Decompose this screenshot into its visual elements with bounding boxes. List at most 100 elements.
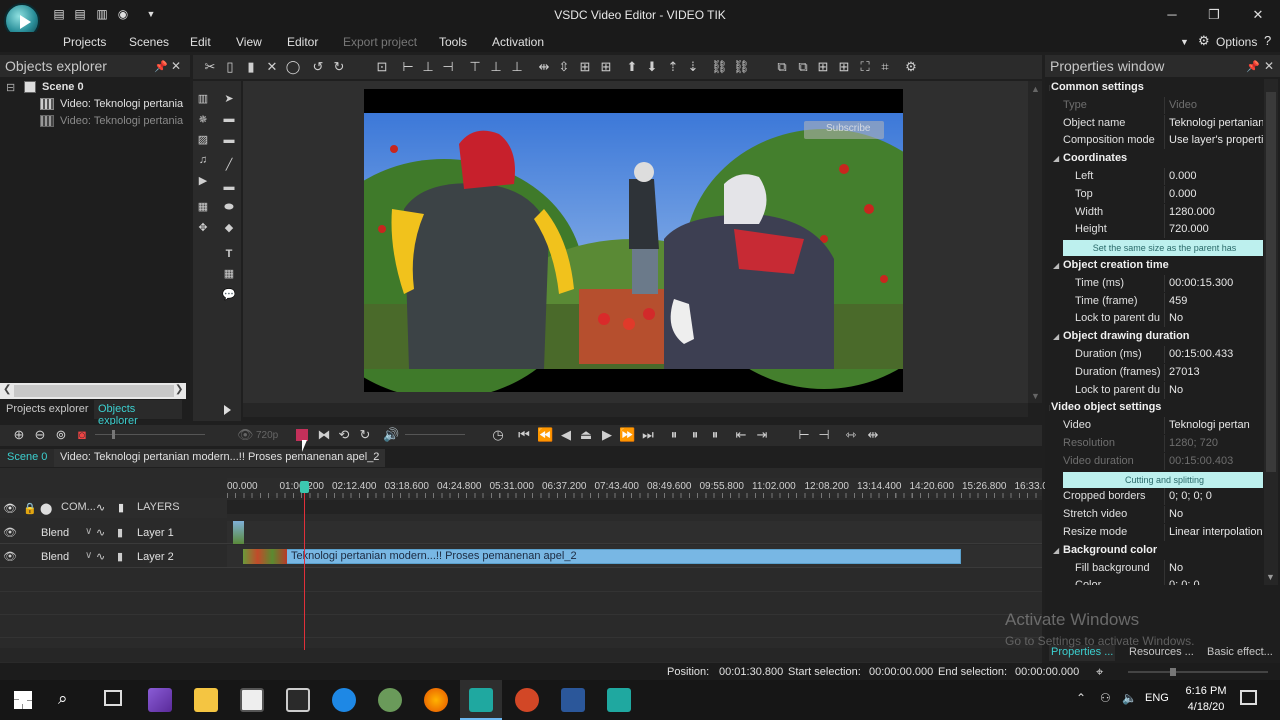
zoom-out-icon[interactable]: ⊖ <box>32 427 48 443</box>
property-value[interactable]: 1280.000 <box>1169 204 1215 222</box>
go-start-icon[interactable]: ⏮ <box>516 427 532 443</box>
property-row[interactable]: Time (frame) 459 <box>1049 292 1263 311</box>
layer-icon[interactable]: ▮ <box>117 550 123 563</box>
fast-forward-icon[interactable]: ⏩ <box>619 427 635 443</box>
tab-objects-explorer[interactable]: Objects explorer <box>94 400 182 427</box>
select-all-icon[interactable]: ◯ <box>285 59 301 75</box>
marker-out-icon[interactable]: ⏸ <box>707 427 723 443</box>
grid-snap-icon[interactable]: ⊞ <box>836 59 852 75</box>
quality-select[interactable]: 720p <box>256 430 278 441</box>
property-row[interactable]: Video Teknologi pertan <box>1049 417 1263 435</box>
volume-icon[interactable]: 🔊 <box>383 427 399 443</box>
property-value[interactable]: 459 <box>1169 293 1187 311</box>
snap-icon[interactable]: ⊡ <box>374 59 390 75</box>
audio-wave-icon[interactable]: ∿ <box>96 501 105 514</box>
property-row[interactable]: Set the same size as the parent has <box>1049 239 1263 257</box>
tab-projects-explorer[interactable]: Projects explorer <box>6 403 89 415</box>
visibility-icon[interactable]: 👁 <box>3 550 17 563</box>
help-icon[interactable]: ? <box>1264 33 1271 48</box>
text-tool-icon[interactable]: T <box>222 247 236 261</box>
scroll-up-icon[interactable]: ▲ <box>1031 84 1040 94</box>
property-value[interactable]: 00:00:15.300 <box>1169 275 1233 293</box>
property-value[interactable]: No <box>1169 506 1183 524</box>
powerpoint-icon[interactable] <box>515 688 539 712</box>
language-indicator[interactable]: ENG <box>1145 692 1169 704</box>
property-section-title[interactable]: Object creation time <box>1063 257 1169 275</box>
property-section-title[interactable]: Common settings <box>1051 79 1144 97</box>
menu-activation[interactable]: Activation <box>492 35 544 49</box>
fit-view-icon[interactable]: ⌖ <box>1096 664 1103 680</box>
property-value[interactable]: No <box>1169 382 1183 400</box>
property-value[interactable]: 0.000 <box>1169 168 1197 186</box>
lock-icon[interactable]: 🔒 <box>23 502 37 515</box>
video-frame[interactable] <box>304 89 964 399</box>
property-row[interactable]: Object name Teknologi pertanian <box>1049 114 1263 133</box>
layer-name[interactable]: Layer 2 <box>137 551 174 563</box>
marker-icon[interactable]: ⏸ <box>666 427 682 443</box>
cut-icon[interactable]: ✂ <box>202 59 218 75</box>
property-value[interactable]: 720.000 <box>1169 221 1209 239</box>
play-icon[interactable]: ▶ <box>599 427 615 443</box>
pointer-tool-icon[interactable]: ➤ <box>222 92 236 106</box>
file-explorer-icon[interactable] <box>194 688 218 712</box>
jump-next-icon[interactable]: ⇥ <box>754 427 770 443</box>
ungroup-icon[interactable]: ⧉ <box>795 59 811 75</box>
video-tool-icon[interactable]: ▶ <box>196 174 210 188</box>
property-row[interactable]: Width 1280.000 <box>1049 203 1263 222</box>
property-row[interactable]: Color 0; 0; 0 <box>1049 577 1263 585</box>
properties-scroll-thumb[interactable] <box>1266 92 1276 472</box>
property-row[interactable]: Type Video <box>1049 96 1263 115</box>
line-tool-icon[interactable]: ╱ <box>222 158 236 172</box>
zoom-in-icon[interactable]: ⊕ <box>11 427 27 443</box>
property-value[interactable]: 00:15:00.433 <box>1169 346 1233 364</box>
menu-edit[interactable]: Edit <box>190 35 211 49</box>
layer-icon[interactable]: ▮ <box>117 526 123 539</box>
layer-name[interactable]: Layer 1 <box>137 527 174 539</box>
distribute-h-icon[interactable]: ⇹ <box>536 59 552 75</box>
grid-icon[interactable]: ⊞ <box>815 59 831 75</box>
move-up-icon[interactable]: ⬆ <box>624 59 640 75</box>
property-row[interactable]: Stretch video No <box>1049 506 1263 524</box>
property-row[interactable]: Resolution 1280; 720 <box>1049 435 1263 453</box>
word-icon[interactable] <box>561 688 585 712</box>
property-action-button[interactable]: Set the same size as the parent has <box>1063 240 1263 257</box>
blend-select[interactable]: Blend <box>41 527 69 539</box>
menu-view[interactable]: View <box>236 35 262 49</box>
marker-in-icon[interactable]: ⏸ <box>687 427 703 443</box>
zoom-bar-thumb[interactable] <box>1170 668 1176 676</box>
move-tool-icon[interactable]: ✥ <box>196 221 210 235</box>
menu-tools[interactable]: Tools <box>439 35 467 49</box>
network-icon[interactable]: ⚇ <box>1100 691 1111 705</box>
paste-icon[interactable]: ▮ <box>243 59 259 75</box>
repeat-icon[interactable]: ↻ <box>357 427 373 443</box>
stop-icon[interactable]: ⏏ <box>578 427 594 443</box>
audio-wave-icon[interactable]: ∿ <box>96 550 105 563</box>
audio-tool-icon[interactable]: ♫ <box>196 153 210 167</box>
redo-icon[interactable]: ↻ <box>331 59 347 75</box>
align-middle-icon[interactable]: ⊥ <box>488 59 504 75</box>
align-right-icon[interactable]: ⊣ <box>440 59 456 75</box>
move-down-icon[interactable]: ⬇ <box>644 59 660 75</box>
property-section-title[interactable]: Coordinates <box>1063 150 1127 168</box>
property-value[interactable]: 0; 0; 0; 0 <box>1169 488 1212 506</box>
align-left-icon[interactable]: ⊢ <box>400 59 416 75</box>
tree-expand-icon[interactable]: ⊟ <box>6 81 15 94</box>
tab-basic-effects[interactable]: Basic effect... <box>1207 646 1273 658</box>
preview-eye-icon[interactable]: 👁 <box>237 427 254 443</box>
trim-icon[interactable]: ⇿ <box>843 427 859 443</box>
timeline-h-scrollbar[interactable] <box>0 648 1042 662</box>
property-row[interactable]: Lock to parent du No <box>1049 310 1263 328</box>
breadcrumb-object[interactable]: Video: Teknologi pertanian modern...!! P… <box>54 449 386 467</box>
volume-tray-icon[interactable]: 🔈 <box>1122 691 1137 705</box>
scrollbar-thumb[interactable] <box>14 385 174 397</box>
pin-icon[interactable]: 📌 <box>1246 60 1260 73</box>
minimize-button[interactable]: ─ <box>1162 6 1182 24</box>
property-section-title[interactable]: Video object settings <box>1051 399 1161 417</box>
property-action-button[interactable]: Cutting and splitting <box>1063 471 1263 488</box>
property-value[interactable]: 27013 <box>1169 364 1200 382</box>
image-tool-icon[interactable]: ▨ <box>196 133 210 147</box>
property-value[interactable]: 0; 0; 0 <box>1169 577 1200 585</box>
bring-front-icon[interactable]: ⇡ <box>665 59 681 75</box>
notification-icon[interactable] <box>1240 690 1257 705</box>
task-view-icon[interactable] <box>104 690 122 706</box>
